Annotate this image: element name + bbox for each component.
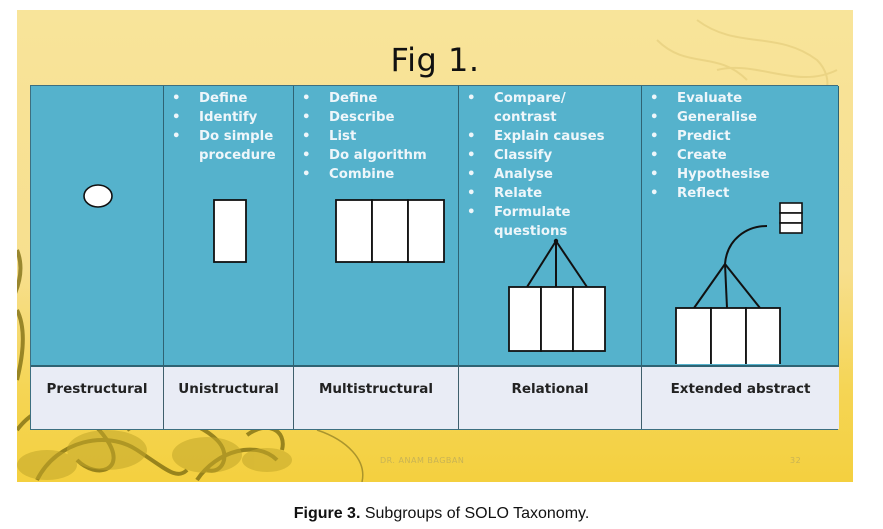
connected-blocks-icon bbox=[508, 238, 606, 352]
verb-item: Formulate bbox=[467, 203, 641, 222]
slide: Fig 1. Define Identify Do simple procedu… bbox=[17, 10, 853, 482]
single-block-icon bbox=[213, 199, 247, 263]
verb-item: Define bbox=[302, 89, 458, 108]
verb-item: Generalise bbox=[650, 108, 838, 127]
extended-blocks-icon bbox=[675, 202, 803, 364]
verb-item: Combine bbox=[302, 165, 458, 184]
verb-item: Classify bbox=[467, 146, 641, 165]
circle-icon bbox=[83, 184, 113, 208]
level-label-prestructural: Prestructural bbox=[31, 365, 164, 429]
verb-item: Relate bbox=[467, 184, 641, 203]
footer-page-number: 32 bbox=[790, 456, 802, 465]
verb-item: Define bbox=[172, 89, 293, 108]
verb-item: Create bbox=[650, 146, 838, 165]
verb-item: Hypothesise bbox=[650, 165, 838, 184]
verb-item: contrast bbox=[494, 110, 557, 125]
level-label-unistructural: Unistructural bbox=[164, 365, 294, 429]
verb-item: Do simple bbox=[172, 127, 293, 146]
three-blocks-icon bbox=[335, 199, 445, 263]
footer-author: DR. ANAM BAGBAN bbox=[380, 456, 465, 465]
verb-item: Analyse bbox=[467, 165, 641, 184]
solo-taxonomy-table: Define Identify Do simple procedure Defi… bbox=[30, 85, 839, 430]
level-label-extended-abstract: Extended abstract bbox=[642, 365, 839, 429]
figure-caption: Figure 3. Subgroups of SOLO Taxonomy. bbox=[0, 505, 883, 523]
verb-item: Describe bbox=[302, 108, 458, 127]
verb-item: Evaluate bbox=[650, 89, 838, 108]
column-extended-abstract: Evaluate Generalise Predict Create Hypot… bbox=[642, 86, 839, 365]
column-prestructural bbox=[31, 86, 164, 365]
level-label-relational: Relational bbox=[459, 365, 642, 429]
verb-item: Explain causes bbox=[467, 127, 641, 146]
verb-item: List bbox=[302, 127, 458, 146]
column-multistructural: Define Describe List Do algorithm Combin… bbox=[294, 86, 459, 365]
verb-list-extended-abstract: Evaluate Generalise Predict Create Hypot… bbox=[642, 86, 838, 203]
verb-item: Do algorithm bbox=[302, 146, 458, 165]
column-unistructural: Define Identify Do simple procedure bbox=[164, 86, 294, 365]
verb-list-relational: Compare/ contrast Explain causes Classif… bbox=[459, 86, 641, 241]
verb-list-multistructural: Define Describe List Do algorithm Combin… bbox=[294, 86, 458, 184]
verb-list-unistructural: Define Identify Do simple procedure bbox=[164, 86, 293, 165]
verb-item: Identify bbox=[172, 108, 293, 127]
figure-caption-label: Figure 3. bbox=[293, 505, 361, 522]
verb-item: procedure bbox=[199, 148, 276, 163]
verb-item: Compare/ bbox=[467, 89, 641, 108]
column-relational: Compare/ contrast Explain causes Classif… bbox=[459, 86, 642, 365]
figure-caption-text: Subgroups of SOLO Taxonomy. bbox=[360, 505, 590, 522]
level-label-multistructural: Multistructural bbox=[294, 365, 459, 429]
slide-title: Fig 1. bbox=[390, 41, 480, 79]
verb-item: Predict bbox=[650, 127, 838, 146]
